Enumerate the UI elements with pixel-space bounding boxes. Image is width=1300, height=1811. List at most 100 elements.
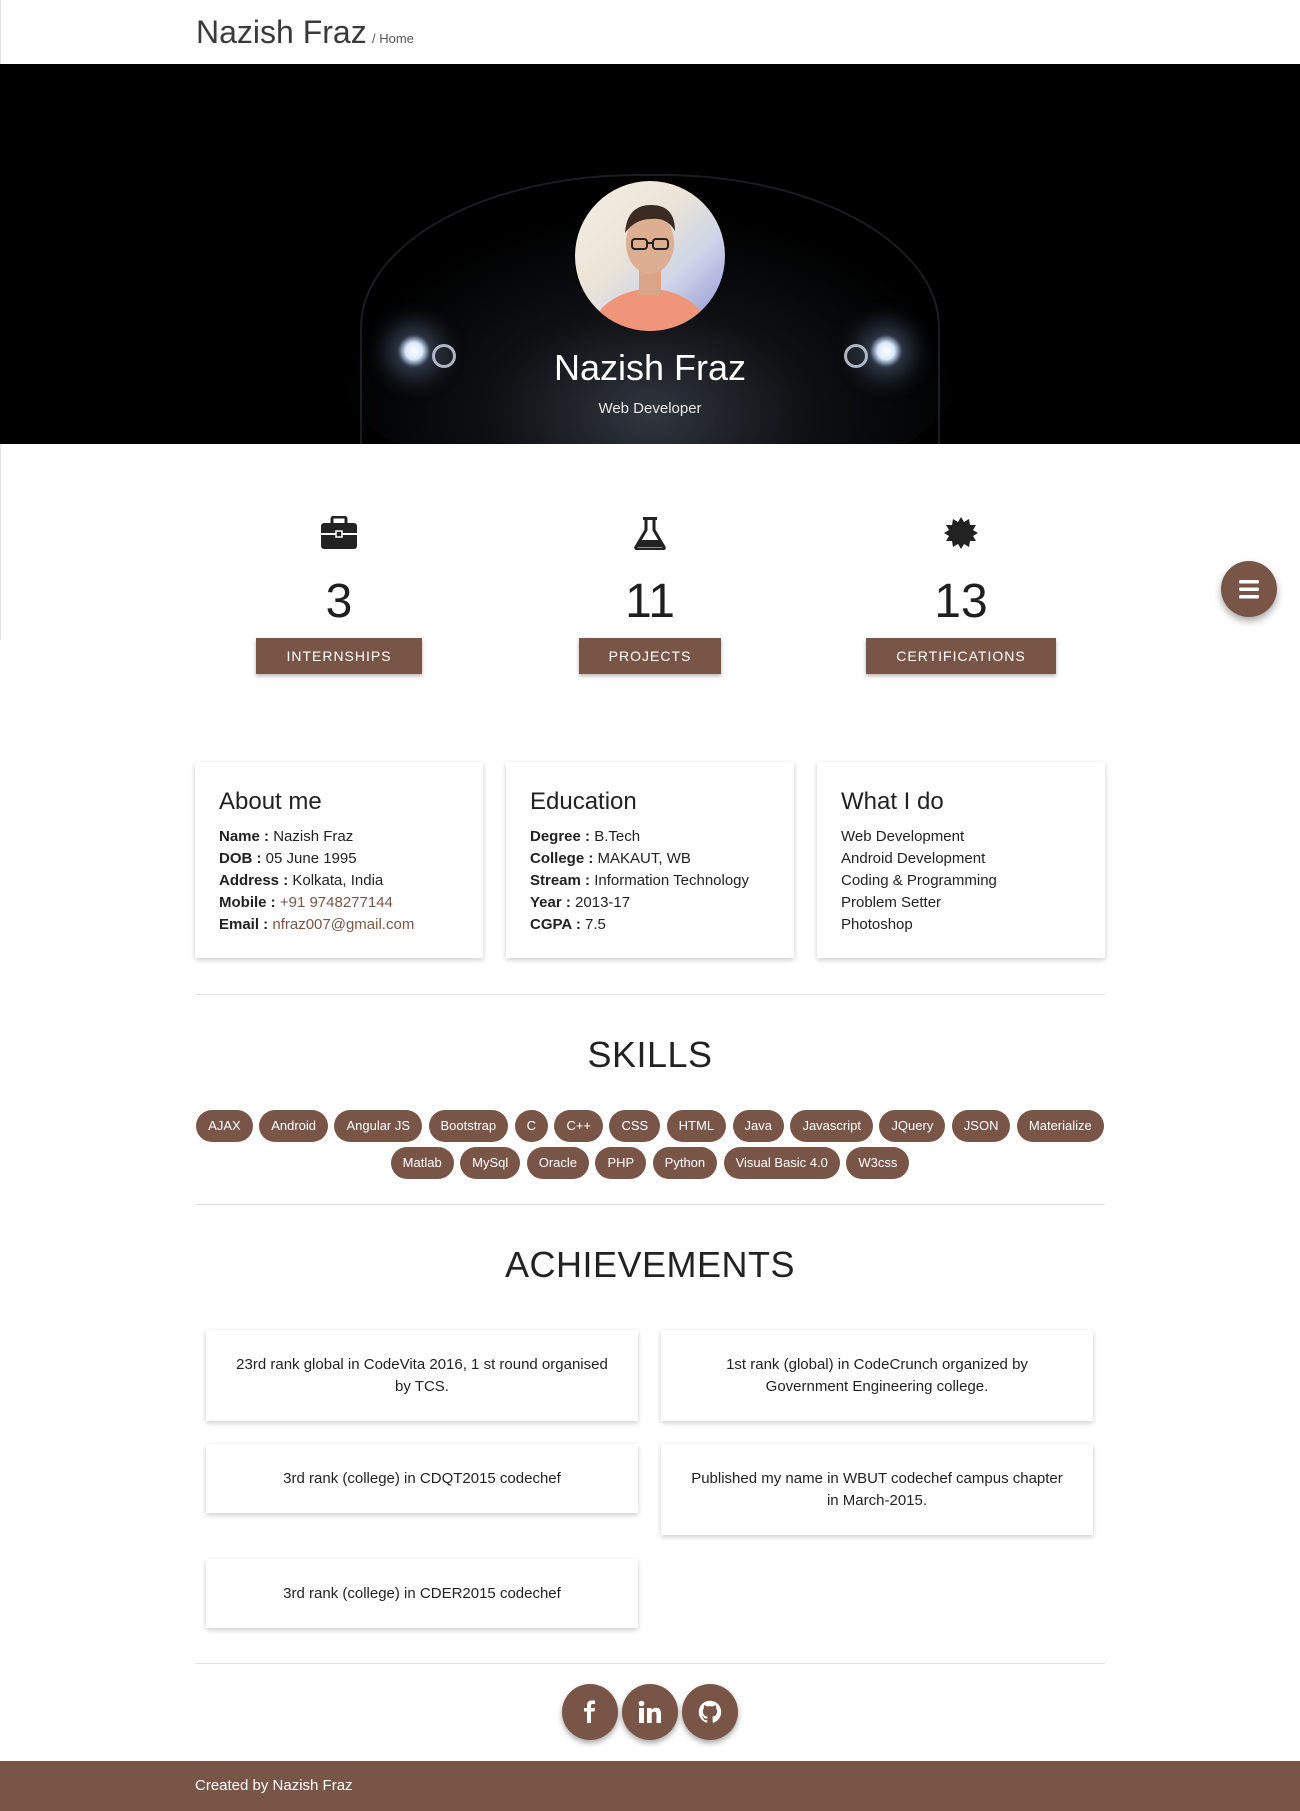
internships-count: 3 [325, 575, 353, 628]
skill-chip: Matlab [390, 1147, 454, 1179]
skill-chip: Materialize [1016, 1110, 1104, 1142]
about-mobile-row: Mobile : +91 9748277144 [219, 892, 459, 914]
skill-chip: JSON [951, 1110, 1011, 1142]
skill-chip: MySql [460, 1147, 521, 1179]
stream-label: Stream : [530, 872, 591, 889]
skill-chip: W3css [846, 1147, 910, 1179]
projects-count: 11 [625, 575, 675, 628]
skill-chip: JQuery [879, 1110, 946, 1142]
cgpa-value: 7.5 [585, 916, 606, 933]
divider [195, 1204, 1105, 1205]
stat-projects: 11 PROJECTS [500, 516, 800, 674]
about-card: About me Name : Nazish Fraz DOB : 05 Jun… [195, 762, 483, 958]
about-email-row: Email : nfraz007@gmail.com [219, 914, 459, 936]
skill-chip: PHP [595, 1147, 647, 1179]
education-title: Education [530, 788, 637, 815]
about-name-label: Name : [219, 828, 270, 845]
skill-chip: HTML [666, 1110, 727, 1142]
education-year-row: Year : 2013-17 [530, 892, 770, 914]
stat-certifications: 13 CERTIFICATIONS [811, 516, 1111, 674]
about-address-label: Address : [219, 872, 289, 889]
internships-button[interactable]: INTERNSHIPS [256, 638, 422, 674]
achievement-card: 3rd rank (college) in CDER2015 codechef [206, 1559, 638, 1628]
what-i-do-card: What I do Web Development Android Develo… [817, 762, 1105, 958]
skill-chip: Oracle [526, 1147, 590, 1179]
skill-chip: Javascript [790, 1110, 873, 1142]
skill-chip: Visual Basic 4.0 [723, 1147, 840, 1179]
skill-chip: Bootstrap [428, 1110, 509, 1142]
brand-title[interactable]: Nazish Fraz [196, 14, 367, 51]
floating-menu-button[interactable] [1221, 561, 1277, 617]
about-address-row: Address : Kolkata, India [219, 870, 459, 892]
about-mobile-label: Mobile : [219, 894, 276, 911]
footer-credit: Created by Nazish Fraz [195, 1777, 353, 1794]
menu-icon [1239, 580, 1259, 599]
divider [195, 994, 1105, 995]
what-i-do-title: What I do [841, 788, 944, 815]
education-degree-row: Degree : B.Tech [530, 826, 770, 848]
github-button[interactable] [682, 1684, 738, 1740]
about-dob-label: DOB : [219, 850, 262, 867]
skills-chip-list: AJAX Android Angular JS Bootstrap C C++ … [195, 1110, 1105, 1184]
skills-title: SKILLS [587, 1034, 713, 1075]
cgpa-label: CGPA : [530, 916, 581, 933]
hero-name: Nazish Fraz [553, 347, 747, 388]
skill-chip: Java [732, 1110, 784, 1142]
linkedin-button[interactable] [622, 1684, 678, 1740]
certifications-count: 13 [934, 575, 988, 628]
briefcase-icon [321, 516, 357, 549]
stream-value: Information Technology [594, 872, 750, 889]
degree-value: B.Tech [594, 828, 641, 845]
college-value: MAKAUT, WB [597, 850, 691, 867]
achievement-card: Published my name in WBUT codechef campu… [661, 1444, 1093, 1535]
achievement-card: 1st rank (global) in CodeCrunch organize… [661, 1330, 1093, 1421]
achievement-card: 3rd rank (college) in CDQT2015 codechef [206, 1444, 638, 1513]
github-icon [698, 1700, 722, 1723]
avatar [575, 181, 725, 331]
breadcrumb[interactable]: / Home [372, 31, 414, 46]
projects-button[interactable]: PROJECTS [578, 638, 722, 674]
about-dob-value: 05 June 1995 [265, 850, 357, 867]
about-address-value: Kolkata, India [292, 872, 384, 889]
facebook-button[interactable] [562, 1684, 618, 1740]
skill-chip: Angular JS [334, 1110, 423, 1142]
about-name-value: Nazish Fraz [273, 828, 354, 845]
skill-chip: Python [652, 1147, 718, 1179]
about-title: About me [219, 788, 322, 815]
year-value: 2013-17 [575, 894, 631, 911]
degree-label: Degree : [530, 828, 591, 845]
what-i-do-item: Photoshop [841, 916, 913, 933]
about-email-label: Email : [219, 916, 269, 933]
what-i-do-item: Android Development [841, 850, 986, 867]
education-college-row: College : MAKAUT, WB [530, 848, 770, 870]
education-card: Education Degree : B.Tech College : MAKA… [506, 762, 794, 958]
skill-chip: AJAX [196, 1110, 253, 1142]
skill-chip: C [514, 1110, 548, 1142]
what-i-do-item: Web Development [841, 828, 965, 845]
year-label: Year : [530, 894, 571, 911]
top-navbar: Nazish Fraz / Home [0, 0, 1300, 64]
footer: Created by Nazish Fraz [0, 1761, 1300, 1811]
skill-chip: Android [259, 1110, 328, 1142]
divider [195, 1663, 1105, 1664]
hero-role: Web Developer [598, 400, 702, 417]
education-stream-row: Stream : Information Technology [530, 870, 770, 892]
about-name-row: Name : Nazish Fraz [219, 826, 459, 848]
certificate-icon [944, 517, 978, 549]
flask-icon [634, 517, 666, 550]
college-label: College : [530, 850, 594, 867]
skill-chip: C++ [554, 1110, 604, 1142]
certifications-button[interactable]: CERTIFICATIONS [866, 638, 1056, 674]
skill-chip: CSS [609, 1110, 661, 1142]
stat-internships: 3 INTERNSHIPS [189, 516, 489, 674]
what-i-do-item: Problem Setter [841, 894, 942, 911]
education-cgpa-row: CGPA : 7.5 [530, 914, 770, 936]
what-i-do-item: Coding & Programming [841, 872, 997, 889]
linkedin-icon [638, 1700, 661, 1723]
achievement-card: 23rd rank global in CodeVita 2016, 1 st … [206, 1330, 638, 1421]
achievements-title: ACHIEVEMENTS [504, 1244, 796, 1285]
mobile-link[interactable]: +91 9748277144 [280, 894, 393, 911]
about-dob-row: DOB : 05 June 1995 [219, 848, 459, 870]
facebook-icon [584, 1700, 595, 1723]
email-link[interactable]: nfraz007@gmail.com [272, 916, 414, 933]
